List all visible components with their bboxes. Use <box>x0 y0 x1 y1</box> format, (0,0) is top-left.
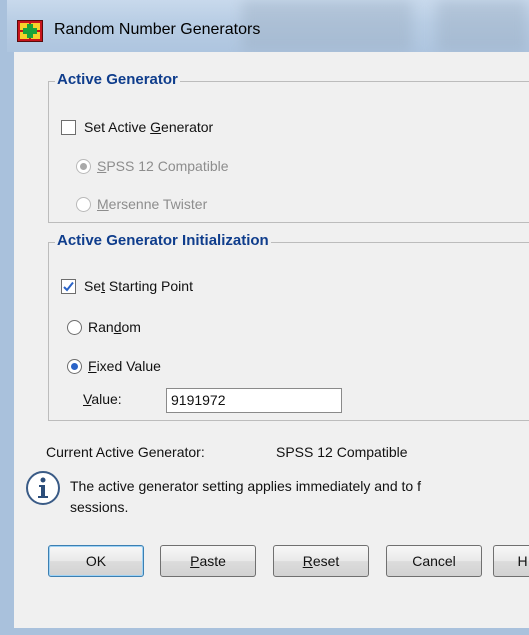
group-legend: Active Generator <box>55 71 180 88</box>
active-generator-group: Active Generator Set Active Generator SP… <box>48 71 529 223</box>
set-active-generator-checkbox[interactable]: Set Active Generator <box>61 119 213 135</box>
current-generator-label: Current Active Generator: <box>46 444 205 460</box>
info-icon <box>26 471 60 505</box>
radio-circle[interactable] <box>67 319 82 335</box>
radio-spss-12-compatible[interactable]: SPSS 12 Compatible <box>76 158 229 174</box>
radio-mersenne-twister[interactable]: Mersenne Twister <box>76 196 207 212</box>
info-text-line2: sessions. <box>70 499 129 515</box>
check-icon <box>63 281 74 291</box>
radio-fixed-value[interactable]: Fixed Value <box>67 358 161 374</box>
radio-circle[interactable] <box>76 196 91 212</box>
checkbox-box[interactable] <box>61 119 76 135</box>
radio-circle[interactable] <box>76 158 91 174</box>
radio-label: Mersenne Twister <box>97 196 208 212</box>
cancel-button[interactable]: Cancel <box>386 545 482 577</box>
help-button[interactable]: H <box>493 545 529 577</box>
reset-button[interactable]: Reset <box>273 545 369 577</box>
checkbox-label: Set Active Generator <box>84 119 214 135</box>
spss-app-icon <box>17 20 43 42</box>
generator-initialization-group: Active Generator Initialization Set Star… <box>48 232 529 421</box>
button-label: Reset <box>302 553 340 569</box>
button-label: Cancel <box>412 553 456 569</box>
radio-dot <box>80 162 87 170</box>
checkbox-label: Set Starting Point <box>84 278 193 294</box>
ok-button[interactable]: OK <box>48 545 144 577</box>
window-title: Random Number Generators <box>54 21 261 38</box>
button-label: H <box>517 553 528 569</box>
dialog-body: Active Generator Set Active Generator SP… <box>14 52 529 628</box>
fixed-value-input[interactable]: 9191972 <box>166 388 342 413</box>
title-bar[interactable]: Random Number Generators <box>7 0 529 52</box>
paste-button[interactable]: Paste <box>160 545 256 577</box>
checkbox-box[interactable] <box>61 278 76 294</box>
button-label: OK <box>85 553 107 569</box>
dialog-window: Random Number Generators Active Generato… <box>0 0 529 635</box>
radio-circle[interactable] <box>67 358 82 374</box>
button-label: Paste <box>190 553 226 569</box>
background-blur <box>242 0 412 52</box>
current-generator-value: SPSS 12 Compatible <box>276 444 408 460</box>
set-starting-point-checkbox[interactable]: Set Starting Point <box>61 278 193 294</box>
radio-label: Random <box>88 319 141 335</box>
radio-dot <box>71 362 78 370</box>
value-label: Value: <box>83 391 122 407</box>
radio-random[interactable]: Random <box>67 319 141 335</box>
background-blur <box>437 0 527 52</box>
radio-label: SPSS 12 Compatible <box>97 158 229 174</box>
info-text-line1: The active generator setting applies imm… <box>70 478 421 494</box>
group-legend: Active Generator Initialization <box>55 232 271 249</box>
radio-label: Fixed Value <box>88 358 161 374</box>
